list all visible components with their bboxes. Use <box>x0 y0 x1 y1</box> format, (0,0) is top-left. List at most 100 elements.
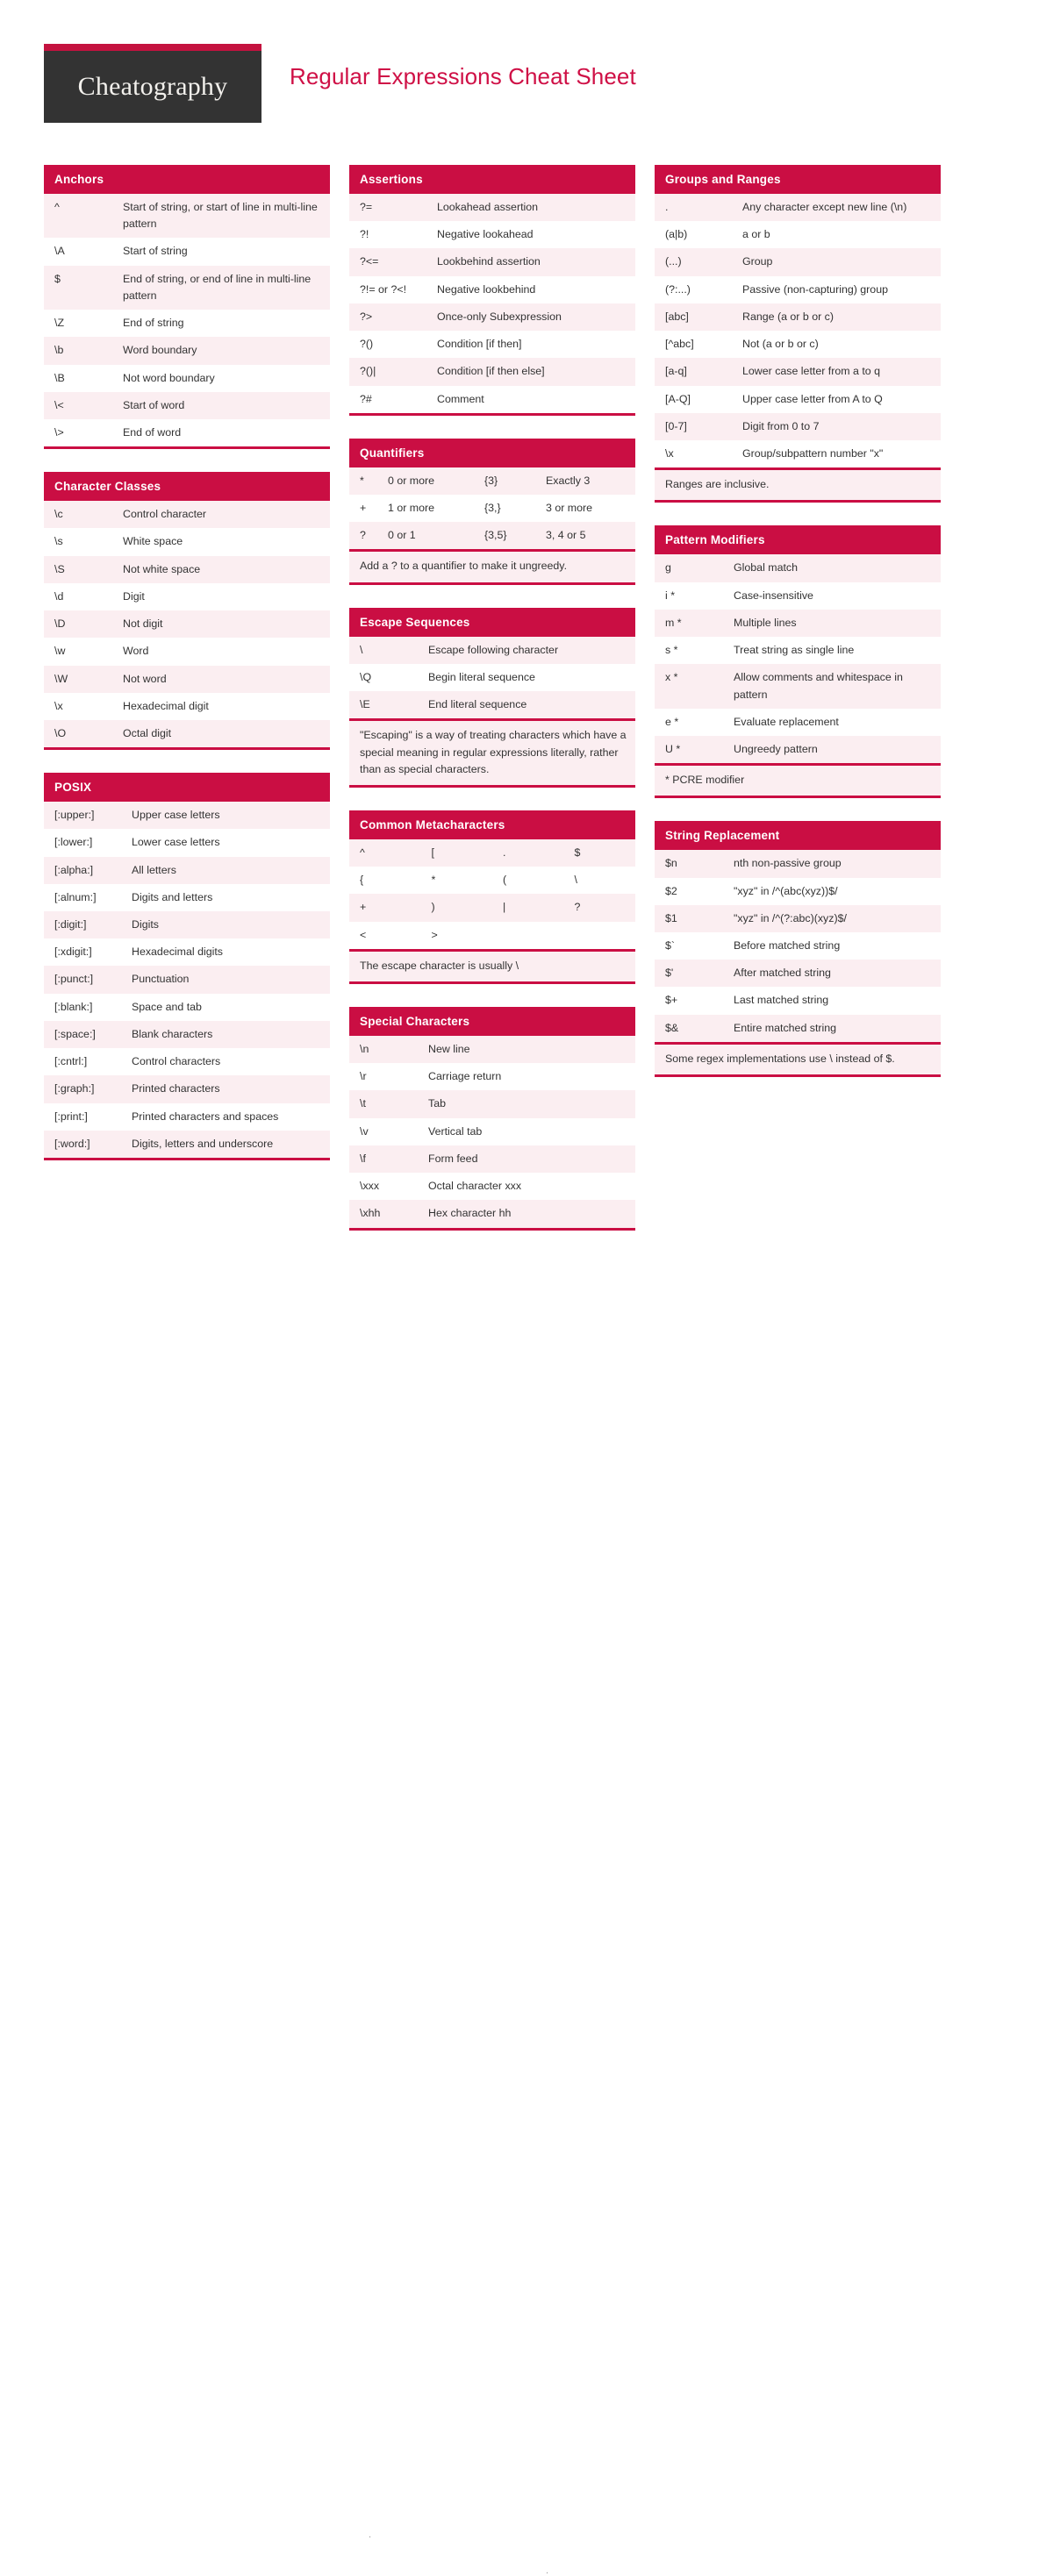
cell-key: . <box>655 194 739 222</box>
cell-value: Punctuation <box>128 966 330 994</box>
table-row: \Z End of string <box>44 310 330 338</box>
table-row: [:lower:] Lower case letters <box>44 829 330 857</box>
cell-value: Passive (non-capturing) group <box>739 275 941 303</box>
cell-value: End of word <box>119 418 330 447</box>
block-common-metacharacters: Common Metacharacters ^[. ${*(\ +) |? < > The e… <box>349 810 635 985</box>
cell-key: \D <box>44 610 119 639</box>
table-row: [:alpha:] All letters <box>44 856 330 884</box>
table-row: \x Hexadecimal digit <box>44 692 330 720</box>
table-row: * 0 or more {3} Exactly 3 <box>349 467 635 495</box>
cell <box>492 921 564 949</box>
table-row: \D Not digit <box>44 610 330 639</box>
cell: ^ <box>349 838 421 867</box>
cell-key: $2 <box>655 877 730 905</box>
cell-key: [^abc] <box>655 331 739 359</box>
cell-key: [:blank:] <box>44 993 128 1021</box>
cell-key: ?!= or ?<! <box>349 275 433 303</box>
page-header: Cheatography Regular Expressions Cheat S… <box>44 44 1009 140</box>
block-title: Pattern Modifiers <box>655 525 941 555</box>
cell-key: [A-Q] <box>655 385 739 413</box>
cell-value: Space and tab <box>128 993 330 1021</box>
cell-key: [:cntrl:] <box>44 1048 128 1076</box>
table-row: ?# Comment <box>349 385 635 413</box>
cell-value: Control character <box>119 501 330 529</box>
cell-key: \d <box>44 582 119 611</box>
cell: ? <box>563 894 635 922</box>
cell-value: Condition [if then else] <box>433 358 635 386</box>
cell-value: End of string, or end of line in multi-l… <box>119 265 330 310</box>
table-row: \b Word boundary <box>44 337 330 365</box>
table-row: [0-7] Digit from 0 to 7 <box>655 412 941 440</box>
block-title: Special Characters <box>349 1007 635 1037</box>
table-row: i * Case-insensitive <box>655 582 941 610</box>
block-title: String Replacement <box>655 821 941 851</box>
table-row: \w Word <box>44 638 330 666</box>
table-row: ?!= or ?<! Negative lookbehind <box>349 275 635 303</box>
cell-key: ?! <box>349 221 433 249</box>
table-row: \xxx Octal character xxx <box>349 1173 635 1201</box>
cell: 3, 4 or 5 <box>535 522 635 550</box>
table-row: U * Ungreedy pattern <box>655 735 941 764</box>
block-table: $n nth non-passive group $2 "xyz" in /^(abc… <box>655 850 941 1042</box>
cell-key: \xhh <box>349 1200 425 1228</box>
cell-key: m * <box>655 609 730 638</box>
cell: {3,} <box>474 494 535 523</box>
block-title: Quantifiers <box>349 438 635 467</box>
block-escape-sequences: Escape Sequences \ Escape following charac… <box>349 607 635 788</box>
cell-key: \Z <box>44 310 119 338</box>
table-row: $+ Last matched string <box>655 987 941 1015</box>
block-divider <box>349 1227 635 1231</box>
cell-key: (?:...) <box>655 275 739 303</box>
cell-value: Comment <box>433 385 635 413</box>
cell-key: \s <box>44 528 119 556</box>
cell-value: After matched string <box>730 960 941 988</box>
cell-value: "xyz" in /^(abc(xyz))$/ <box>730 877 941 905</box>
logo-text: Cheatography <box>77 72 228 101</box>
cell-value: Group/subpattern number "x" <box>739 439 941 468</box>
cell: + <box>349 494 377 523</box>
table-row: $n nth non-passive group <box>655 850 941 878</box>
cell: Exactly 3 <box>535 467 635 495</box>
table-row: ? 0 or 1 {3,5} 3, 4 or 5 <box>349 522 635 550</box>
table-row: \B Not word boundary <box>44 364 330 392</box>
table-row: [:word:] Digits, letters and underscore <box>44 1130 330 1158</box>
cell-key: [:lower:] <box>44 829 128 857</box>
cell-key: \v <box>349 1117 425 1145</box>
block-string-replacement: String Replacement $n nth non-passive grou… <box>655 821 941 1078</box>
cell: [ <box>420 838 492 867</box>
block-divider <box>349 412 635 416</box>
table-row: [a-q] Lower case letter from a to q <box>655 358 941 386</box>
table-row: [^abc] Not (a or b or c) <box>655 331 941 359</box>
cell-key: (...) <box>655 248 739 276</box>
block-footnote: Ranges are inclusive. <box>655 467 941 503</box>
cell-value: Word boundary <box>119 337 330 365</box>
cell-value: Not word <box>119 665 330 693</box>
cell-key: ^ <box>44 194 119 239</box>
table-row: \ Escape following character <box>349 636 635 664</box>
cell-key: [abc] <box>655 303 739 332</box>
cell-key: x * <box>655 664 730 709</box>
table-row: [:xdigit:] Hexadecimal digits <box>44 938 330 967</box>
table-row: ?= Lookahead assertion <box>349 194 635 222</box>
cell-key: \Q <box>349 663 425 692</box>
cell-key: \x <box>655 439 739 468</box>
block-anchors: Anchors ^ Start of string, or start of lin… <box>44 165 330 450</box>
cell-value: White space <box>119 528 330 556</box>
cell-value: Digits and letters <box>128 883 330 912</box>
cell-value: Escape following character <box>425 636 635 664</box>
block-table: ?= Lookahead assertion?! Negative lookahea… <box>349 194 635 413</box>
cell-value: Printed characters <box>128 1075 330 1103</box>
table-row: \> End of word <box>44 418 330 447</box>
block-title: POSIX <box>44 773 330 803</box>
cell-value: Hexadecimal digits <box>128 938 330 967</box>
block-posix: POSIX [:upper:] Upper case letters [:lower:… <box>44 773 330 1160</box>
cell-value: Tab <box>425 1090 635 1118</box>
block-divider <box>44 747 330 751</box>
table-row: \s White space <box>44 528 330 556</box>
table-row: x * Allow comments and whitespace in patt… <box>655 664 941 709</box>
cell-key: [:space:] <box>44 1020 128 1049</box>
table-row: \v Vertical tab <box>349 1117 635 1145</box>
table-row: . Any character except new line (\n) <box>655 194 941 222</box>
cell-key: [a-q] <box>655 358 739 386</box>
cell-value: Blank characters <box>128 1020 330 1049</box>
